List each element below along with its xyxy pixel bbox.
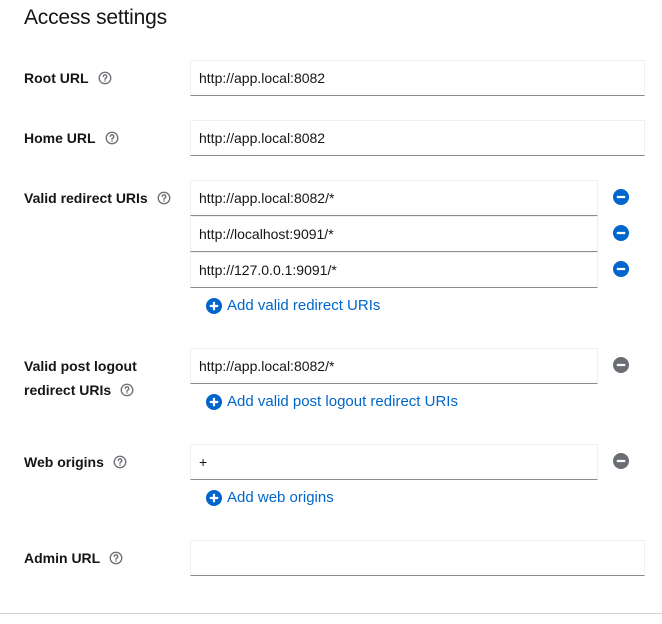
minus-circle-icon xyxy=(613,189,629,205)
add-web-origin-label: Add web origins xyxy=(227,489,334,506)
web-origins-label-text: Web origins xyxy=(24,454,104,470)
root-url-label: Root URL xyxy=(24,66,112,90)
section-title: Access settings xyxy=(24,6,167,29)
admin-url-input[interactable] xyxy=(190,540,645,576)
add-post-logout-uri-button[interactable]: Add valid post logout redirect URIs xyxy=(206,392,458,412)
minus-circle-icon xyxy=(613,357,629,373)
root-url-label-text: Root URL xyxy=(24,70,89,86)
plus-circle-icon xyxy=(206,394,222,410)
minus-circle-icon xyxy=(613,225,629,241)
plus-circle-icon xyxy=(206,490,222,506)
help-circle-icon[interactable] xyxy=(98,71,112,85)
minus-circle-icon xyxy=(613,453,629,469)
home-url-input[interactable] xyxy=(190,120,645,156)
post-logout-label: Valid post logout redirect URIs xyxy=(24,354,137,402)
help-circle-icon[interactable] xyxy=(157,191,171,205)
post-logout-label-line2: redirect URIs xyxy=(24,382,112,398)
home-url-label: Home URL xyxy=(24,126,119,150)
add-redirect-uri-label: Add valid redirect URIs xyxy=(227,297,381,314)
remove-web-origin-button[interactable] xyxy=(612,452,630,470)
home-url-label-text: Home URL xyxy=(24,130,96,146)
add-post-logout-uri-label: Add valid post logout redirect URIs xyxy=(227,393,458,410)
web-origins-label: Web origins xyxy=(24,450,127,474)
minus-circle-icon xyxy=(613,261,629,277)
remove-redirect-uri-2-button[interactable] xyxy=(612,224,630,242)
post-logout-label-line1: Valid post logout xyxy=(24,358,137,374)
post-logout-uri-input-1[interactable] xyxy=(190,348,598,384)
redirect-uris-label: Valid redirect URIs xyxy=(24,186,171,210)
redirect-uri-input-3[interactable] xyxy=(190,252,598,288)
redirect-uris-label-text: Valid redirect URIs xyxy=(24,190,148,206)
help-circle-icon[interactable] xyxy=(120,383,134,397)
admin-url-label-text: Admin URL xyxy=(24,550,101,566)
web-origin-input-1[interactable] xyxy=(190,444,598,480)
help-circle-icon[interactable] xyxy=(105,131,119,145)
redirect-uri-input-1[interactable] xyxy=(190,180,598,216)
help-circle-icon[interactable] xyxy=(113,455,127,469)
plus-circle-icon xyxy=(206,298,222,314)
remove-redirect-uri-1-button[interactable] xyxy=(612,188,630,206)
help-circle-icon[interactable] xyxy=(109,551,123,565)
add-redirect-uri-button[interactable]: Add valid redirect URIs xyxy=(206,296,380,316)
section-divider xyxy=(0,613,662,614)
add-web-origin-button[interactable]: Add web origins xyxy=(206,488,334,508)
remove-redirect-uri-3-button[interactable] xyxy=(612,260,630,278)
remove-post-logout-uri-button[interactable] xyxy=(612,356,630,374)
redirect-uri-input-2[interactable] xyxy=(190,216,598,252)
admin-url-label: Admin URL xyxy=(24,546,123,570)
root-url-input[interactable] xyxy=(190,60,645,96)
